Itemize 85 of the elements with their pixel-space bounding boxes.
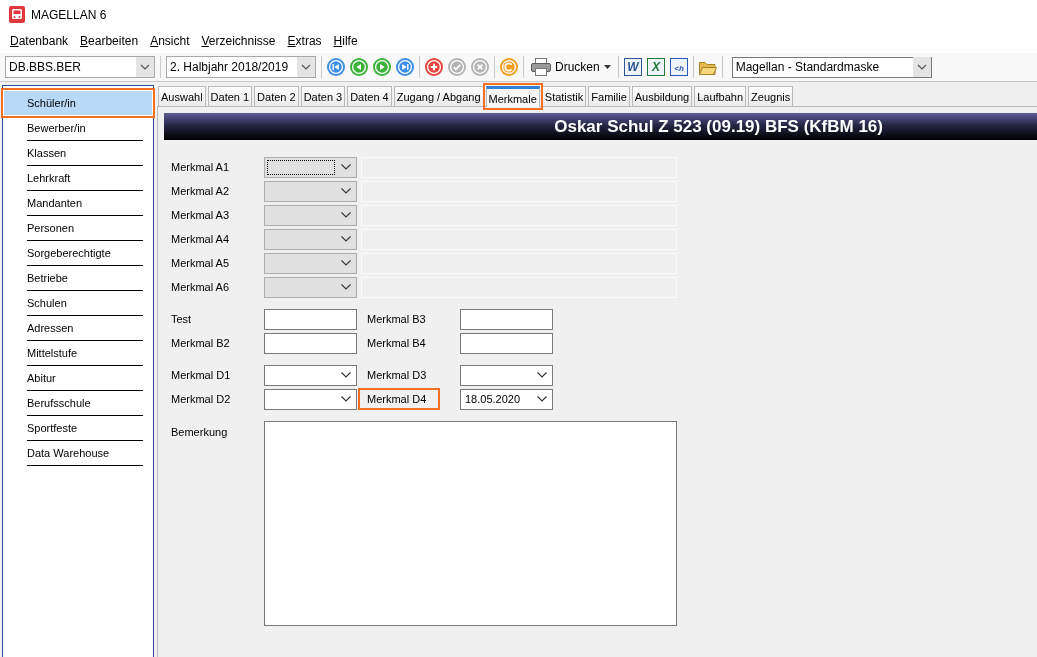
plus-circle-icon[interactable] [425,58,443,76]
menu-item[interactable]: Extras [287,34,322,48]
chevron-down-icon [341,396,351,402]
chevron-down-icon [341,212,351,218]
arrow-right-circle-icon[interactable] [373,58,391,76]
field-label: Merkmal D3 [366,368,428,383]
sidebar-item[interactable]: Abitur [4,366,152,390]
chevron-down-icon [341,284,351,290]
menu-item[interactable]: Ansicht [150,34,190,48]
tab[interactable]: Merkmale [485,86,540,107]
window-title: MAGELLAN 6 [31,7,107,22]
text-field[interactable] [264,332,357,354]
chevron-down-icon[interactable] [136,57,154,77]
field-label: Merkmal B2 [170,336,231,351]
sidebar-item[interactable]: Klassen [4,141,152,165]
sidebar-item[interactable]: Schüler/in [4,91,152,115]
skip-to-end-icon[interactable] [396,58,414,76]
tab[interactable]: Zugang / Abgang [393,86,484,106]
w-tile-icon[interactable]: W [623,58,642,76]
chevron-down-icon [537,372,547,378]
chevron-down-icon[interactable] [912,57,931,77]
field-label: Merkmal B4 [366,336,427,351]
tab[interactable]: Daten 4 [347,86,392,106]
field-label: Test [170,312,193,327]
tab[interactable]: Auswahl [158,86,206,106]
field-label: Merkmal A4 [171,233,230,245]
menu-item[interactable]: Bearbeiten [80,34,139,48]
tab[interactable]: Daten 3 [300,86,346,106]
app-icon [9,6,25,23]
chevron-down-icon [341,164,351,170]
chevron-down-icon [341,236,351,242]
arrow-left-circle-icon[interactable] [350,58,368,76]
field-label: Merkmal A5 [171,257,230,269]
sidebar-item[interactable]: Sorgeberechtigte [4,241,152,265]
sidebar-item[interactable]: Mandanten [4,191,152,215]
tab[interactable]: Laufbahn [694,86,747,106]
field-label: Merkmal A1 [171,161,230,173]
chevron-down-icon[interactable] [297,57,315,77]
text-field[interactable] [460,332,553,354]
sidebar-item[interactable]: Schulen [4,291,152,315]
tab[interactable]: Statistik [541,86,587,106]
chevron-down-icon [341,372,351,378]
tab[interactable]: Daten 1 [207,86,253,106]
combo-box[interactable]: DB.BBS.BER [5,56,155,78]
field-label: Bemerkung [171,426,228,438]
sidebar-item[interactable]: Betriebe [4,266,152,290]
record-title: Oskar Schul Z 523 (09.19) BFS (KfBM 16) [554,116,883,137]
folder-icon[interactable] [698,59,717,75]
c-circle-icon[interactable] [500,58,518,76]
text-field[interactable] [264,308,357,330]
chevron-down-icon [537,396,547,402]
field-label: Merkmal B3 [366,312,427,327]
caret-down-icon [603,65,611,69]
field-label: Merkmal A6 [171,281,230,293]
dropdown[interactable]: 18.05.2020 [460,388,553,410]
text-field[interactable] [460,308,553,330]
sidebar-item[interactable]: Data Warehouse [4,441,152,465]
menu-item[interactable]: Hilfe [333,34,358,48]
sidebar-item[interactable]: Mittelstufe [4,341,152,365]
tab[interactable]: Familie [588,86,630,106]
tab[interactable]: Ausbildung [631,86,693,106]
field-label: Merkmal A2 [171,185,230,197]
tab[interactable]: Zeugnis [748,86,794,106]
code-document-icon[interactable]: <h [669,58,688,76]
combo-box[interactable]: Magellan - Standardmaske [731,56,932,78]
field-label: Merkmal D2 [170,392,232,407]
chevron-down-icon [341,188,351,194]
sidebar-item[interactable]: Sportfeste [4,416,152,440]
menu-item[interactable]: Verzeichnisse [201,34,276,48]
print-button[interactable]: Drucken [529,58,613,76]
sidebar-item[interactable]: Lehrkraft [4,166,152,190]
sidebar-item[interactable]: Bewerber/in [4,116,152,140]
sidebar-item[interactable]: Adressen [4,316,152,340]
skip-to-start-icon[interactable] [327,58,345,76]
sidebar-item[interactable]: Berufsschule [4,391,152,415]
field-label: Merkmal A3 [171,209,230,221]
field-label: Merkmal D4 [358,388,441,410]
tab[interactable]: Daten 2 [254,86,299,106]
sidebar-item[interactable]: Personen [4,216,152,240]
printer-icon [531,58,551,76]
menu-item[interactable]: Datenbank [10,34,69,48]
x-tile-icon[interactable]: X [646,58,665,76]
combo-box[interactable]: 2. Halbjahr 2018/2019 [166,56,316,78]
chevron-down-icon [341,260,351,266]
field-label: Merkmal D1 [170,368,232,383]
